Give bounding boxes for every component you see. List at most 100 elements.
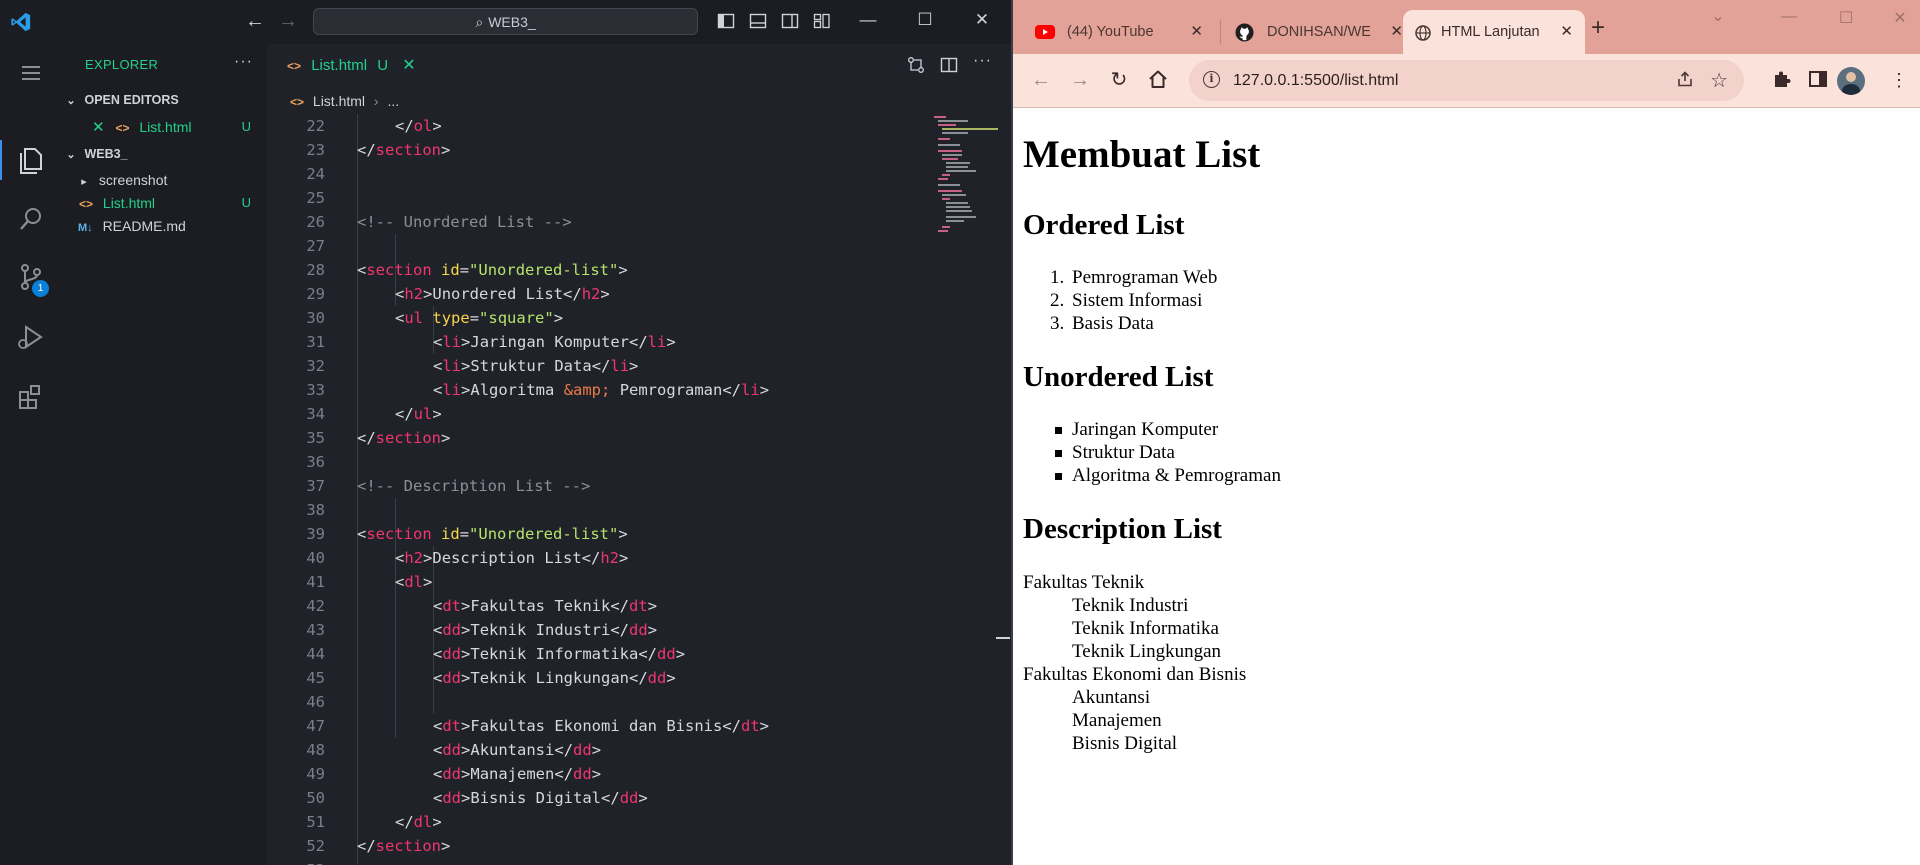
- open-editors-section[interactable]: ⌄ OPEN EDITORS: [62, 87, 267, 113]
- code-line[interactable]: 49 <dd>Manajemen</dd>: [267, 762, 947, 786]
- extensions-puzzle-icon[interactable]: [1772, 69, 1792, 89]
- code-line[interactable]: 34 </ul>: [267, 402, 947, 426]
- more-actions-icon[interactable]: ···: [234, 53, 253, 71]
- line-number: 39: [306, 525, 325, 543]
- description-list: Fakultas Teknik Teknik Industri Teknik I…: [1023, 571, 1246, 755]
- code-line[interactable]: 24: [267, 162, 947, 186]
- code-line[interactable]: 23 </section>: [267, 138, 947, 162]
- toggle-secondary-sidebar-icon[interactable]: [781, 12, 799, 30]
- tree-item-file[interactable]: M↓ README.md: [62, 213, 267, 239]
- minimize-icon[interactable]: —: [853, 10, 883, 30]
- chrome-menu-icon[interactable]: ⋮: [1886, 67, 1912, 93]
- home-icon[interactable]: [1147, 68, 1169, 90]
- minimize-icon[interactable]: —: [1774, 8, 1804, 26]
- line-number: 46: [306, 693, 325, 711]
- run-debug-icon[interactable]: [14, 320, 48, 354]
- code-line[interactable]: 25: [267, 186, 947, 210]
- customize-layout-icon[interactable]: [813, 12, 831, 30]
- code-line[interactable]: 48 <dd>Akuntansi</dd>: [267, 738, 947, 762]
- tab-label: List.html: [311, 57, 368, 74]
- code-line[interactable]: 45 <dd>Teknik Lingkungan</dd>: [267, 666, 947, 690]
- code-line[interactable]: 40 <h2>Description List</h2>: [267, 546, 947, 570]
- code-line[interactable]: 43 <dd>Teknik Industri</dd>: [267, 618, 947, 642]
- code-line[interactable]: 42 <dt>Fakultas Teknik</dt>: [267, 594, 947, 618]
- close-tab-icon[interactable]: ✕: [402, 57, 415, 74]
- code-line[interactable]: 39 <section id="Unordered-list">: [267, 522, 947, 546]
- line-number: 44: [306, 645, 325, 663]
- code-line[interactable]: 31 <li>Jaringan Komputer</li>: [267, 330, 947, 354]
- close-editor-icon[interactable]: ✕: [92, 119, 105, 136]
- active-view-indicator: [0, 140, 2, 180]
- close-tab-icon[interactable]: ✕: [1560, 10, 1573, 54]
- tab-html-lanjutan[interactable]: HTML Lanjutan ✕: [1403, 10, 1585, 54]
- tab-github[interactable]: DONIHSAN/WE ✕: [1225, 10, 1415, 54]
- menu-icon[interactable]: [14, 56, 48, 90]
- toggle-primary-sidebar-icon[interactable]: [717, 12, 735, 30]
- profile-avatar[interactable]: [1837, 67, 1865, 95]
- code-line[interactable]: 27: [267, 234, 947, 258]
- scrollbar-cursor-marker: [996, 637, 1010, 639]
- command-center-search[interactable]: ⌕ WEB3_: [313, 8, 698, 35]
- workspace-folder-section[interactable]: ⌄ WEB3_: [62, 141, 267, 167]
- code-line[interactable]: 38: [267, 498, 947, 522]
- forward-arrow-icon[interactable]: →: [1067, 67, 1093, 93]
- side-panel-icon[interactable]: [1808, 69, 1828, 89]
- html-file-icon: <>: [287, 59, 302, 73]
- maximize-icon[interactable]: ☐: [1831, 8, 1861, 28]
- code-line[interactable]: 29 <h2>Unordered List</h2>: [267, 282, 947, 306]
- tab-youtube[interactable]: (44) YouTube ✕: [1025, 10, 1215, 54]
- new-tab-plus-icon[interactable]: +: [1591, 14, 1605, 42]
- line-number: 25: [306, 189, 325, 207]
- code-line[interactable]: 26 <!-- Unordered List -->: [267, 210, 947, 234]
- toggle-panel-icon[interactable]: [749, 12, 767, 30]
- close-window-icon[interactable]: ✕: [967, 10, 997, 30]
- code-line[interactable]: 51 </dl>: [267, 810, 947, 834]
- code-line[interactable]: 36: [267, 450, 947, 474]
- code-line[interactable]: 33 <li>Algoritma &amp; Pemrograman</li>: [267, 378, 947, 402]
- address-bar[interactable]: i 127.0.0.1:5500/list.html ☆: [1189, 60, 1744, 101]
- extensions-icon[interactable]: [14, 380, 48, 414]
- code-line[interactable]: 37 <!-- Description List -->: [267, 474, 947, 498]
- tab-list-html[interactable]: <> List.html U ✕: [267, 44, 427, 88]
- code-text: <dd>Teknik Informatika</dd>: [433, 645, 686, 663]
- tab-status: U: [377, 57, 389, 74]
- explorer-files-icon[interactable]: [14, 143, 48, 177]
- back-arrow-icon[interactable]: ←: [245, 10, 265, 32]
- code-editor[interactable]: 22 </ol> 23 </section> 24 25 26 <!-- Unordered …: [267, 114, 947, 865]
- code-line[interactable]: 46: [267, 690, 947, 714]
- code-line[interactable]: 52 </section>: [267, 834, 947, 858]
- bookmark-star-icon[interactable]: ☆: [1710, 68, 1728, 93]
- breadcrumb-file[interactable]: List.html: [313, 93, 365, 109]
- back-arrow-icon[interactable]: ←: [1028, 67, 1054, 93]
- code-line[interactable]: 44 <dd>Teknik Informatika</dd>: [267, 642, 947, 666]
- close-window-icon[interactable]: ✕: [1885, 8, 1915, 28]
- code-line[interactable]: 50 <dd>Bisnis Digital</dd>: [267, 786, 947, 810]
- open-changes-icon[interactable]: [907, 56, 925, 74]
- breadcrumb-symbol[interactable]: ...: [387, 93, 399, 109]
- code-line[interactable]: 47 <dt>Fakultas Ekonomi dan Bisnis</dt>: [267, 714, 947, 738]
- tab-search-chevron-icon[interactable]: ⌄: [1703, 6, 1733, 26]
- forward-arrow-icon[interactable]: →: [278, 10, 298, 32]
- code-line[interactable]: 53: [267, 858, 947, 865]
- code-line[interactable]: 32 <li>Struktur Data</li>: [267, 354, 947, 378]
- search-view-icon[interactable]: [14, 202, 48, 236]
- close-tab-icon[interactable]: ✕: [1190, 10, 1203, 54]
- close-tab-icon[interactable]: ✕: [1390, 10, 1403, 54]
- code-line[interactable]: 22 </ol>: [267, 114, 947, 138]
- code-line[interactable]: 30 <ul type="square">: [267, 306, 947, 330]
- workspace-name: WEB3_: [488, 14, 536, 30]
- maximize-icon[interactable]: ☐: [910, 10, 940, 30]
- code-text: <li>Struktur Data</li>: [433, 357, 639, 375]
- code-line[interactable]: 41 <dl>: [267, 570, 947, 594]
- open-editor-item[interactable]: ✕ <> List.html U: [62, 114, 267, 140]
- code-line[interactable]: 28 <section id="Unordered-list">: [267, 258, 947, 282]
- editor-more-actions-icon[interactable]: ···: [973, 52, 992, 70]
- share-icon[interactable]: [1676, 70, 1694, 88]
- list-item: Jaringan Komputer: [1055, 418, 1281, 441]
- reload-icon[interactable]: ↻: [1106, 67, 1132, 93]
- site-info-icon[interactable]: i: [1203, 71, 1220, 88]
- list-number: 3.: [1050, 313, 1065, 334]
- minimap[interactable]: [934, 114, 998, 234]
- code-line[interactable]: 35 </section>: [267, 426, 947, 450]
- split-editor-icon[interactable]: [940, 56, 958, 74]
